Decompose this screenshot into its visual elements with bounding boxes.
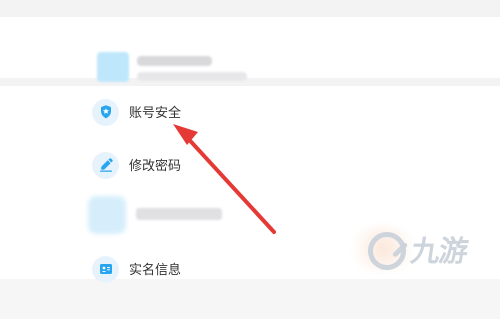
menu-item-label: 账号安全	[129, 104, 182, 120]
menu-item-label: 实名信息	[129, 261, 182, 277]
blurred-menu-icon	[88, 196, 126, 234]
menu-item-label: 修改密码	[129, 157, 182, 173]
account-settings-page: 账号安全 修改密码 实名信息 九游	[0, 0, 500, 319]
profile-card[interactable]	[0, 17, 500, 82]
menu-item-real-name-info[interactable]: 实名信息	[92, 255, 181, 283]
blurred-menu-text	[136, 208, 222, 220]
blurred-avatar	[97, 52, 129, 82]
blurred-username	[137, 56, 212, 66]
shield-icon	[92, 98, 119, 126]
id-card-icon	[92, 255, 119, 283]
blurred-menu-divider	[0, 279, 500, 319]
menu-item-change-password[interactable]: 修改密码	[92, 151, 181, 179]
settings-menu-card	[0, 86, 500, 319]
menu-item-account-security[interactable]: 账号安全	[92, 98, 181, 126]
decorative-glow	[348, 226, 418, 271]
blurred-profile-meta	[137, 72, 247, 81]
pencil-icon	[92, 151, 119, 179]
